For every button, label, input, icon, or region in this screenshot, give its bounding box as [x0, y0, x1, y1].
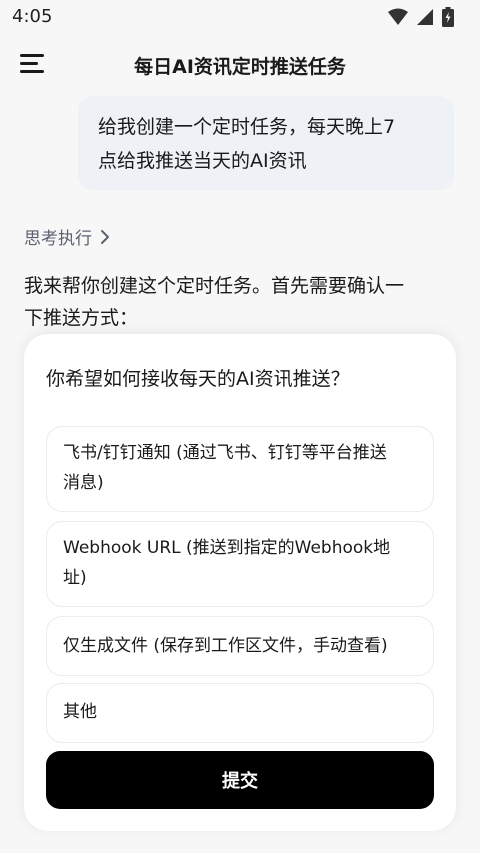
submit-button[interactable]: 提交	[46, 751, 434, 809]
option-label: 飞书/钉钉通知 (通过飞书、钉钉等平台推送	[63, 443, 387, 463]
thinking-label: 思考执行	[24, 229, 92, 249]
app-header: 每日AI资讯定时推送任务	[0, 34, 480, 94]
option-label: 址)	[63, 568, 87, 588]
user-message-line: 点给我推送当天的AI资讯	[98, 150, 307, 172]
battery-icon	[442, 7, 454, 27]
page-title: 每日AI资讯定时推送任务	[134, 56, 346, 78]
option-label: 仅生成文件 (保存到工作区文件，手动查看)	[63, 636, 388, 656]
chevron-right-icon	[101, 229, 109, 244]
option-label: 消息)	[63, 473, 104, 493]
option-generate-file-only[interactable]: 仅生成文件 (保存到工作区文件，手动查看)	[46, 616, 434, 676]
cellular-signal-icon	[417, 9, 433, 25]
status-icons	[388, 7, 454, 27]
option-label: Webhook URL (推送到指定的Webhook地	[63, 538, 391, 558]
option-feishu-dingtalk[interactable]: 飞书/钉钉通知 (通过飞书、钉钉等平台推送 消息)	[46, 426, 434, 512]
question-card: 你希望如何接收每天的AI资讯推送？ 飞书/钉钉通知 (通过飞书、钉钉等平台推送 …	[24, 334, 456, 831]
option-other[interactable]: 其他	[46, 683, 434, 743]
user-message-line: 给我创建一个定时任务，每天晚上7	[98, 116, 396, 138]
option-webhook-url[interactable]: Webhook URL (推送到指定的Webhook地 址)	[46, 521, 434, 607]
assistant-message-line: 我来帮你创建这个定时任务。首先需要确认一	[24, 275, 405, 297]
status-bar: 4:05	[0, 0, 480, 34]
status-time: 4:05	[12, 6, 53, 27]
user-message-bubble: 给我创建一个定时任务，每天晚上7 点给我推送当天的AI资讯	[78, 96, 454, 190]
wifi-icon	[388, 8, 408, 25]
question-text: 你希望如何接收每天的AI资讯推送？	[46, 368, 350, 390]
option-label: 其他	[63, 702, 97, 722]
thinking-process-toggle[interactable]: 思考执行	[24, 224, 112, 249]
assistant-message: 我来帮你创建这个定时任务。首先需要确认一 下推送方式：	[24, 270, 460, 334]
assistant-message-line: 下推送方式：	[24, 307, 139, 329]
